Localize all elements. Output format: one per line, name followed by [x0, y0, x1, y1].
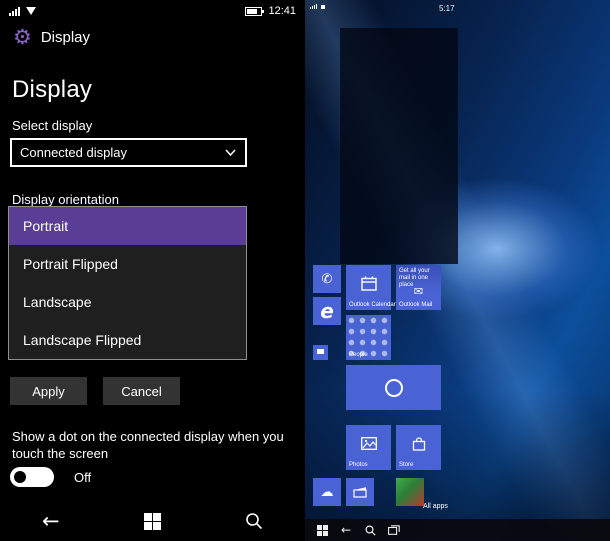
- touch-dot-description: Show a dot on the connected display when…: [12, 429, 284, 461]
- phone-tile[interactable]: ✆: [313, 265, 341, 293]
- cancel-button[interactable]: Cancel: [103, 377, 180, 405]
- outlook-mail-tile[interactable]: Get all your mail in one place ✉ Outlook…: [396, 265, 441, 310]
- status-bar: 12:41: [0, 0, 305, 22]
- display-orientation-label: Display orientation: [12, 192, 119, 207]
- task-view-icon: [388, 525, 400, 535]
- orientation-option-portrait[interactable]: Portrait: [9, 207, 246, 245]
- tile-label: Store: [399, 462, 414, 468]
- status-left-icons: [9, 6, 36, 16]
- cellular-signal-icon: [310, 4, 317, 9]
- tile-label: Photos: [349, 462, 368, 468]
- orientation-option-landscape[interactable]: Landscape: [9, 283, 246, 321]
- cloud-icon: ☁: [320, 484, 334, 500]
- back-arrow-icon: ←: [42, 508, 60, 533]
- app-header: ⚙ Display: [13, 27, 90, 48]
- display-select[interactable]: Connected display: [10, 138, 247, 167]
- screenshot-root: 12:41 ⚙ Display Display Select display C…: [0, 0, 610, 541]
- phone-screen: 12:41 ⚙ Display Display Select display C…: [0, 0, 305, 541]
- wifi-icon: [26, 7, 36, 15]
- connected-display-preview: 5:17 ✆ Outlook Calendar Get all your mai…: [305, 0, 610, 541]
- tile-label: People: [349, 352, 368, 358]
- search-button[interactable]: [203, 512, 305, 530]
- gear-icon: ⚙: [13, 25, 32, 49]
- orientation-dropdown: Portrait Portrait Flipped Landscape Land…: [8, 206, 247, 360]
- tile-label: Outlook Calendar: [349, 302, 396, 308]
- status-right-icons: 12:41: [245, 5, 296, 17]
- toggle-state-label: Off: [74, 469, 92, 485]
- search-icon: [246, 513, 263, 530]
- wallpaper-shadow-shape: [340, 28, 458, 264]
- photo-thumbnail-tile[interactable]: [396, 478, 424, 506]
- taskbar-task-view-button[interactable]: [382, 519, 406, 541]
- clapperboard-icon: [346, 478, 374, 506]
- tile-label: Outlook Mail: [399, 302, 433, 308]
- cortana-tile[interactable]: [346, 365, 441, 410]
- message-bubble-icon: [317, 349, 324, 354]
- connected-display-taskbar: ←: [305, 519, 610, 541]
- windows-logo-icon: [316, 524, 328, 536]
- onedrive-tile[interactable]: ☁: [313, 478, 341, 506]
- taskbar-search-button[interactable]: [358, 519, 382, 541]
- cellular-signal-icon: [9, 6, 20, 16]
- photos-tile[interactable]: Photos: [346, 425, 391, 470]
- page-title: Display: [12, 76, 93, 103]
- outlook-calendar-tile[interactable]: Outlook Calendar: [346, 265, 396, 310]
- edge-tile[interactable]: e: [313, 297, 341, 325]
- external-status-time: 5:17: [439, 4, 455, 13]
- toggle-knob: [14, 471, 26, 483]
- touch-dot-toggle-row: Off: [10, 467, 91, 487]
- phone-navigation-bar: ←: [0, 501, 305, 541]
- status-time: 12:41: [268, 5, 296, 17]
- messaging-tile[interactable]: [313, 345, 328, 360]
- display-select-value: Connected display: [20, 145, 127, 160]
- all-apps-link[interactable]: All apps: [423, 503, 448, 510]
- store-tile[interactable]: Store: [396, 425, 441, 470]
- film-tv-tile[interactable]: [346, 478, 374, 506]
- phone-icon: ✆: [321, 271, 333, 287]
- status-dot-icon: [321, 5, 325, 9]
- orientation-option-landscape-flipped[interactable]: Landscape Flipped: [9, 321, 246, 359]
- external-status-icons: [310, 4, 325, 9]
- cortana-ring-icon: [346, 365, 441, 410]
- app-header-title: Display: [40, 29, 91, 46]
- start-button[interactable]: [102, 512, 204, 530]
- back-button[interactable]: ←: [0, 508, 102, 533]
- windows-logo-icon: [144, 512, 161, 530]
- orientation-option-portrait-flipped[interactable]: Portrait Flipped: [9, 245, 246, 283]
- taskbar-start-button[interactable]: [310, 519, 334, 541]
- edge-icon: e: [320, 299, 334, 323]
- search-icon: [364, 524, 376, 536]
- back-arrow-icon: ←: [340, 523, 352, 537]
- touch-dot-toggle[interactable]: [10, 467, 54, 487]
- people-tile[interactable]: People: [346, 315, 391, 360]
- chevron-down-icon: [225, 149, 236, 156]
- select-display-label: Select display: [12, 118, 93, 133]
- apply-button[interactable]: Apply: [10, 377, 87, 405]
- taskbar-back-button[interactable]: ←: [334, 519, 358, 541]
- battery-icon: [245, 6, 265, 16]
